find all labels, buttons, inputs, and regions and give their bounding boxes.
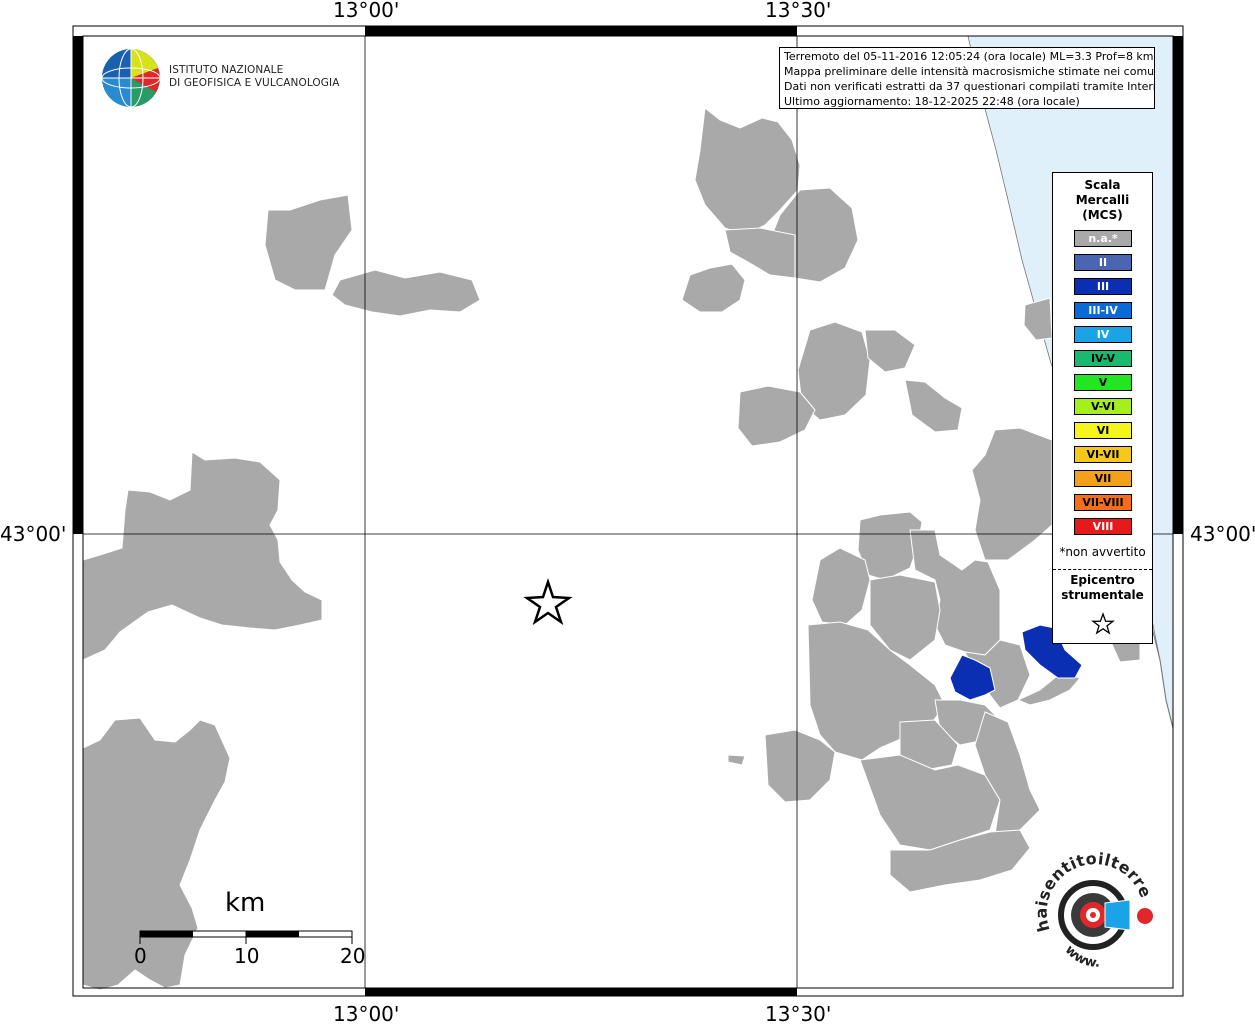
legend-swatch: VI [1074, 422, 1132, 439]
legend-note: *non avvertito [1059, 545, 1146, 559]
legend-swatch: V-VI [1074, 398, 1132, 415]
legend-swatch: III [1074, 278, 1132, 295]
municipality-area [811, 547, 871, 626]
intensity-legend: Scala Mercalli (MCS) n.a.* II III III-IV IV I… [1052, 172, 1153, 644]
legend-swatch: III-IV [1074, 302, 1132, 319]
municipality-area [681, 263, 746, 313]
municipality-area [82, 451, 323, 661]
legend-swatch: VIII [1074, 518, 1132, 535]
municipality-area [904, 379, 963, 433]
axis-label-left: 43°00' [0, 522, 67, 546]
legend-swatch: V [1074, 374, 1132, 391]
legend-epicenter-line-2: strumentale [1061, 588, 1144, 602]
municipality-area [331, 269, 481, 317]
legend-title: Scala Mercalli (MCS) [1053, 178, 1152, 223]
map-stage: haisentitoilterremoto.it www. 13°00' 13°… [0, 0, 1255, 1026]
municipality-area [727, 754, 746, 766]
axis-label-top-2: 13°30' [765, 0, 832, 22]
institute-line-1: ISTITUTO NAZIONALE [169, 64, 284, 76]
legend-separator [1053, 569, 1152, 570]
municipality-area [864, 329, 916, 373]
municipalities [82, 107, 1141, 991]
ingv-logo-icon [101, 48, 161, 108]
institute-line-2: DI GEOFISICA E VULCANOLOGIA [169, 77, 340, 89]
municipality-area [82, 717, 231, 991]
legend-swatch: II [1074, 254, 1132, 271]
axis-label-bottom-1: 13°00' [333, 1002, 400, 1026]
axis-label-bottom-2: 13°30' [765, 1002, 832, 1026]
legend-epicenter: Epicentro strumentale [1053, 573, 1152, 603]
legend-epicenter-line-1: Epicentro [1070, 573, 1135, 587]
institute-name: ISTITUTO NAZIONALE DI GEOFISICA E VULCAN… [169, 64, 340, 90]
municipality-area [971, 427, 1053, 561]
epicenter-star [523, 578, 573, 626]
legend-swatch: VI-VII [1074, 446, 1132, 463]
event-info-box: Terremoto del 05-11-2016 12:05:24 (ora l… [779, 47, 1155, 109]
scale-tick-10: 10 [234, 944, 260, 968]
legend-star-icon [1091, 612, 1115, 635]
legend-swatch: IV [1074, 326, 1132, 343]
legend-swatch: IV-V [1074, 350, 1132, 367]
scale-tick-0: 0 [134, 944, 147, 968]
legend-title-line-2: Mercalli [1075, 193, 1130, 207]
legend-swatch: n.a.* [1074, 230, 1132, 247]
axis-label-right: 43°00' [1190, 522, 1255, 546]
legend-swatch: VII-VIII [1074, 494, 1132, 511]
event-info-line-2: Mappa preliminare delle intensità macros… [784, 65, 1155, 78]
event-info-line-1: Terremoto del 05-11-2016 12:05:24 (ora l… [784, 50, 1154, 63]
event-info-line-3: Dati non verificati estratti da 37 quest… [784, 80, 1155, 93]
legend-title-line-1: Scala [1084, 178, 1121, 192]
event-info-line-4: Ultimo aggiornamento: 18-12-2025 22:48 (… [784, 95, 1080, 108]
municipality-area [264, 194, 353, 291]
legend-swatch: VII [1074, 470, 1132, 487]
legend-title-line-3: (MCS) [1082, 208, 1123, 222]
axis-label-top-1: 13°00' [333, 0, 400, 22]
scale-unit: km [225, 888, 266, 918]
scale-tick-20: 20 [340, 944, 366, 968]
municipality-area [1023, 297, 1053, 341]
